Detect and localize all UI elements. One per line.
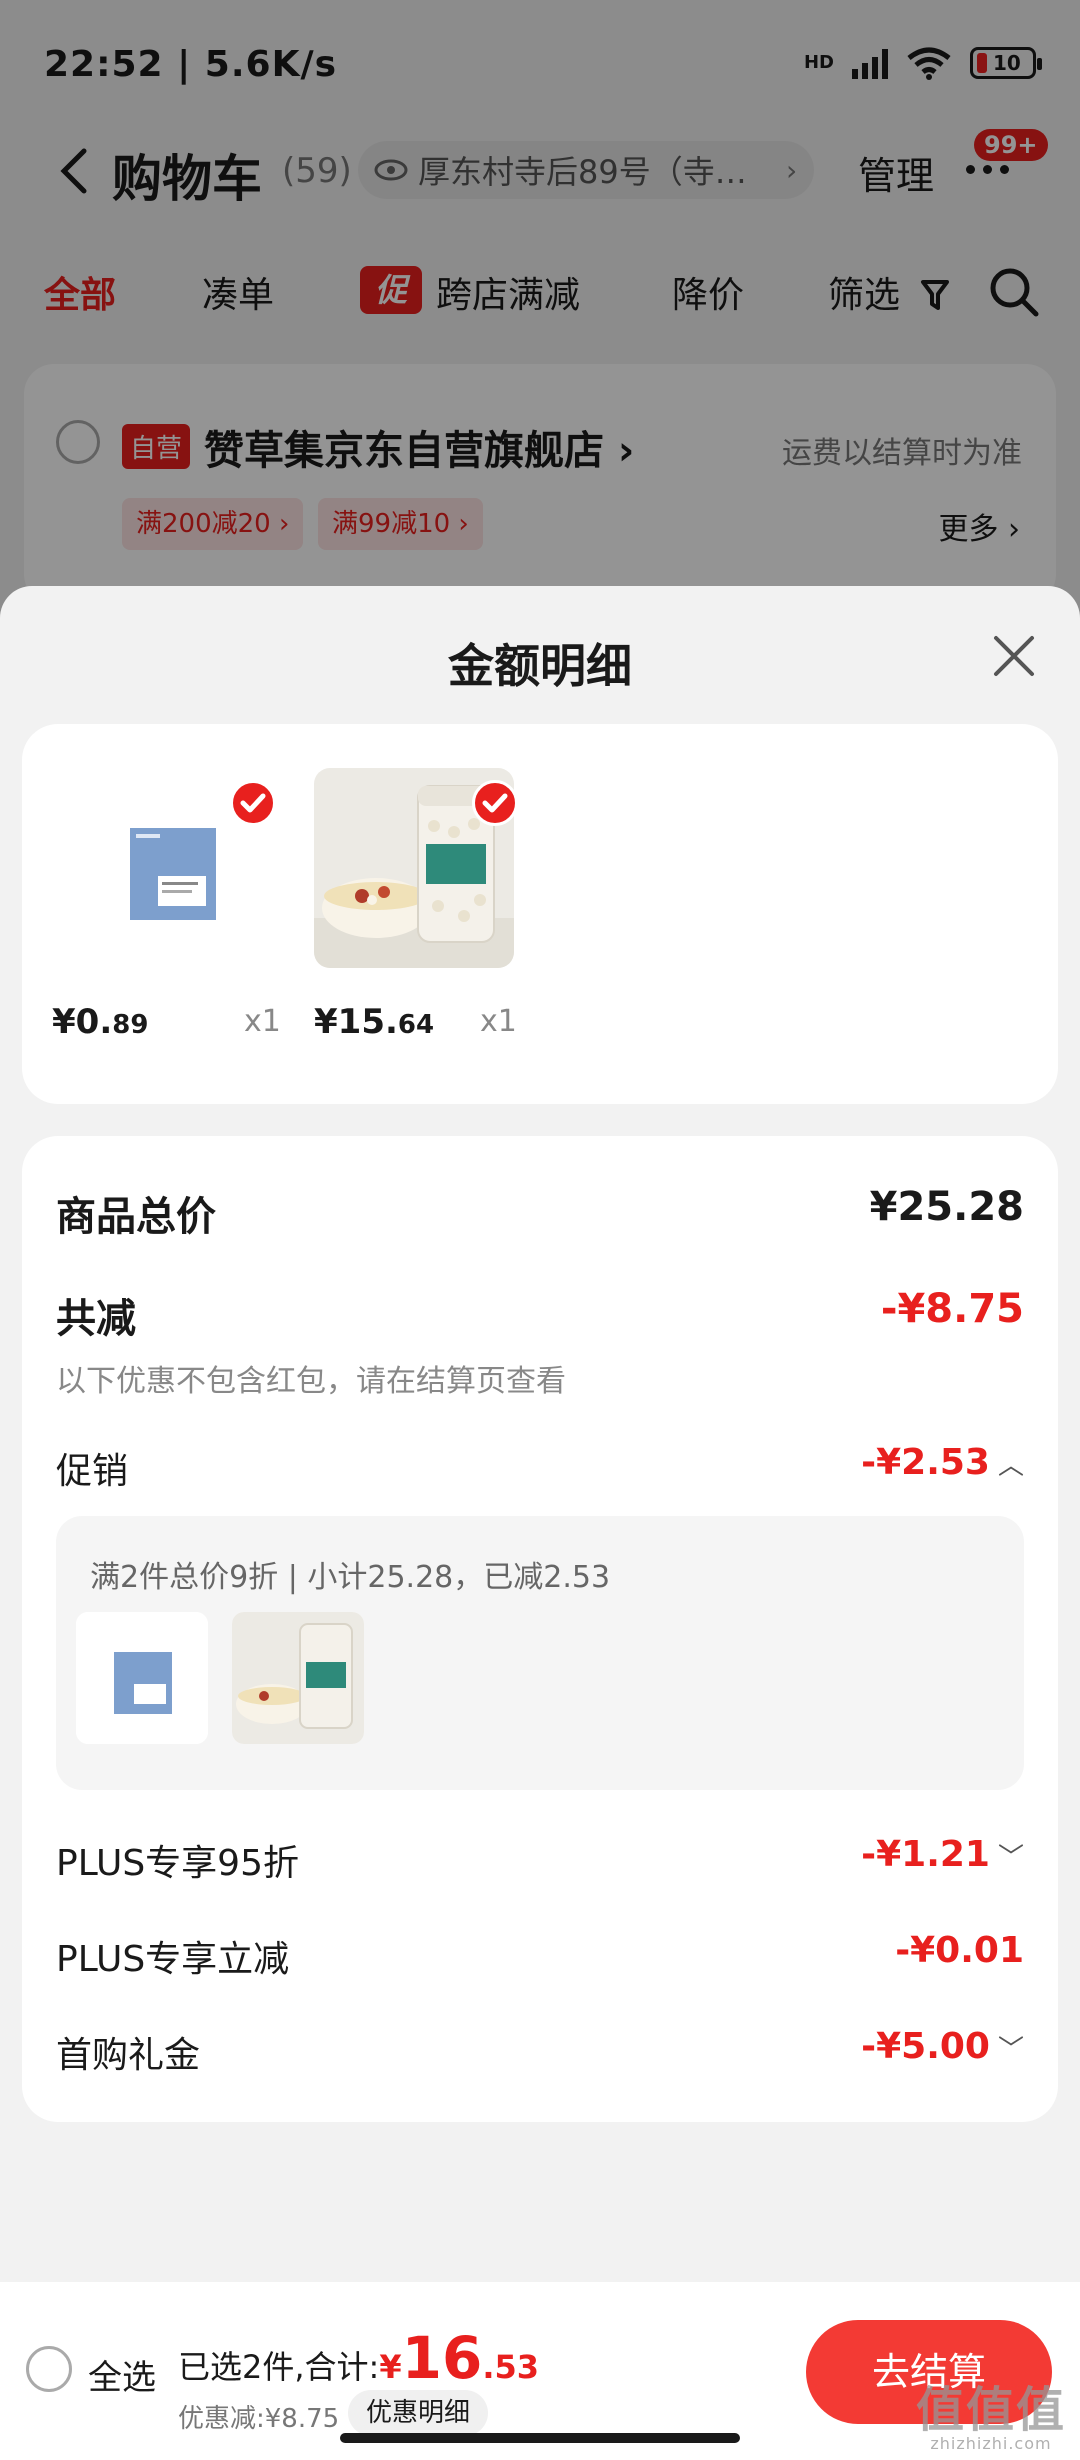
select-all-radio[interactable]: [26, 2346, 72, 2392]
selected-summary: 已选2件,合计:¥16.53: [178, 2324, 539, 2392]
first-gift-row[interactable]: -¥5.00 ﹀: [861, 2026, 1024, 2067]
checked-icon: [230, 780, 276, 826]
total-currency: ¥: [379, 2348, 402, 2386]
discount-detail-button[interactable]: 优惠明细: [348, 2390, 489, 2436]
home-indicator[interactable]: [340, 2433, 740, 2443]
watermark-logo: 值值值: [915, 2382, 1066, 2438]
first-gift-value: -¥5.00: [861, 2026, 990, 2067]
total-price-label: 商品总价: [56, 1194, 216, 1240]
amount-detail-sheet: 金额明细 ¥0.89 x1 ¥15.64 x1 商品总价 ¥25.28 共减 -…: [0, 586, 1080, 2460]
checked-icon: [472, 780, 518, 826]
plus-reduce-value: -¥0.01: [895, 1930, 1024, 1971]
product-item[interactable]: [314, 768, 518, 968]
discount-note: 优惠减:¥8.75: [178, 2404, 340, 2434]
chevron-down-icon: ﹀: [997, 2035, 1024, 2065]
chevron-up-icon: ︿: [997, 1451, 1024, 1481]
select-all-label[interactable]: 全选: [88, 2350, 156, 2399]
plus95-label: PLUS专享95折: [56, 1843, 299, 1884]
plus95-value: -¥1.21: [861, 1834, 990, 1875]
product-qty: x1: [244, 1004, 281, 1039]
plus-reduce-label: PLUS专享立减: [56, 1939, 290, 1980]
product-thumbnail: [76, 1612, 208, 1744]
sheet-title: 金额明细: [448, 639, 632, 693]
selected-text: 已选2件,合计:: [178, 2348, 380, 2386]
promotion-detail-box: 满2件总价9折 | 小计25.28，已减2.53: [56, 1516, 1024, 1790]
plus95-row[interactable]: -¥1.21 ﹀: [861, 1834, 1024, 1875]
promotion-label: 促销: [56, 1451, 129, 1492]
promotion-detail-text: 满2件总价9折 | 小计25.28，已减2.53: [90, 1560, 611, 1595]
watermark-url: zhizhizhi.com: [930, 2434, 1052, 2453]
product-price: ¥0.89: [52, 1002, 149, 1042]
total-reduce-label: 共减: [56, 1296, 136, 1342]
amount-detail-card: 商品总价 ¥25.28 共减 -¥8.75 以下优惠不包含红包，请在结算页查看 …: [22, 1136, 1058, 2122]
chevron-down-icon: ﹀: [997, 1843, 1024, 1873]
total-integer: 16: [401, 2324, 483, 2392]
selected-products-card: ¥0.89 x1 ¥15.64 x1: [22, 724, 1058, 1104]
close-icon[interactable]: [990, 632, 1038, 680]
first-gift-label: 首购礼金: [56, 2035, 201, 2076]
product-qty: x1: [480, 1004, 517, 1039]
watermark: 值值值 zhizhizhi.com: [916, 2386, 1066, 2453]
total-price-value: ¥25.28: [869, 1184, 1024, 1230]
product-item[interactable]: [72, 768, 276, 968]
product-thumbnail: [232, 1612, 364, 1744]
total-reduce-value: -¥8.75: [880, 1286, 1024, 1332]
reduce-note: 以下优惠不包含红包，请在结算页查看: [56, 1364, 566, 1399]
promotion-value: -¥2.53: [861, 1442, 990, 1483]
total-decimal: .53: [482, 2348, 539, 2386]
promotion-row[interactable]: -¥2.53 ︿: [861, 1442, 1024, 1483]
product-price: ¥15.64: [314, 1002, 435, 1042]
